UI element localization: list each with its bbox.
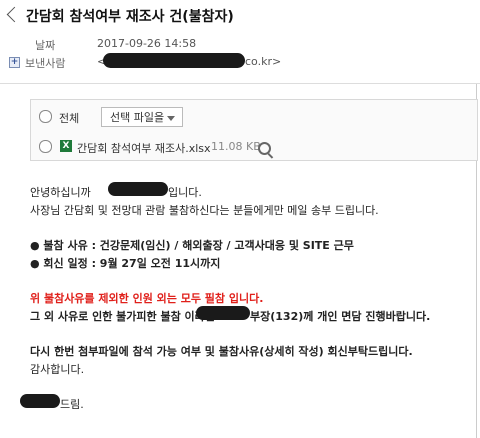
redaction-name (108, 182, 168, 196)
other-reason-start: 그 외 사유로 인한 불가피한 불참 이라면 (30, 310, 215, 323)
dropdown-caret-icon (167, 116, 175, 121)
select-all-label: 전체 (59, 112, 80, 125)
file-checkbox[interactable] (39, 140, 52, 153)
redaction-sender (103, 53, 245, 68)
select-files-label: 선택 파일을 (110, 111, 165, 124)
preview-magnifier-icon[interactable] (258, 142, 271, 155)
collapse-chevron-icon[interactable] (6, 6, 23, 23)
mail-header: 간담회 참석여부 재조사 건(불참자) 날짜 2017-09-26 14:58 … (0, 0, 480, 80)
sign-off: 드림. (60, 398, 84, 411)
warning-line: 위 불참사유를 제외한 인원 외는 모두 필참 입니다. (30, 292, 264, 305)
date-value: 2017-09-26 14:58 (97, 37, 197, 50)
attachment-file-size: 11.08 KB (211, 140, 261, 153)
thanks-line: 감사합니다. (30, 363, 85, 376)
greeting-start: 안녕하십니까 (30, 186, 91, 199)
mail-subject: 간담회 참석여부 재조사 건(불참자) (6, 6, 234, 26)
resend-line: 다시 한번 첨부파일에 참석 가능 여부 및 불참사유(상세히 작성) 회신부탁… (30, 345, 413, 358)
bullet-reason: ● 불참 사유 : 건강문제(임신) / 해외출장 / 고객사대응 및 SITE… (30, 239, 354, 252)
bullet-deadline: ● 회신 일정 : 9월 27일 오전 11시까지 (30, 257, 221, 270)
date-label: 날짜 (35, 39, 56, 52)
attachment-file-name[interactable]: 간담회 참석여부 재조사.xlsx (77, 140, 211, 156)
redaction-manager (196, 306, 250, 320)
greeting-end: 입니다. (168, 186, 202, 199)
redaction-signature (20, 394, 60, 408)
from-domain[interactable]: co.kr> (245, 55, 281, 68)
from-label: 보낸사람 (25, 57, 66, 70)
subject-text: 간담회 참석여부 재조사 건(불참자) (26, 9, 234, 25)
add-contact-icon[interactable]: + (9, 57, 20, 68)
select-files-dropdown[interactable]: 선택 파일을 (101, 107, 183, 127)
other-reason-end: 부장(132)께 개인 면담 진행바랍니다. (250, 310, 431, 323)
intro-line: 사장님 간담회 및 전망대 관람 불참하신다는 분들에게만 메일 송부 드립니다… (30, 204, 379, 217)
excel-file-icon: X (60, 140, 72, 152)
select-all-checkbox[interactable] (39, 110, 52, 123)
